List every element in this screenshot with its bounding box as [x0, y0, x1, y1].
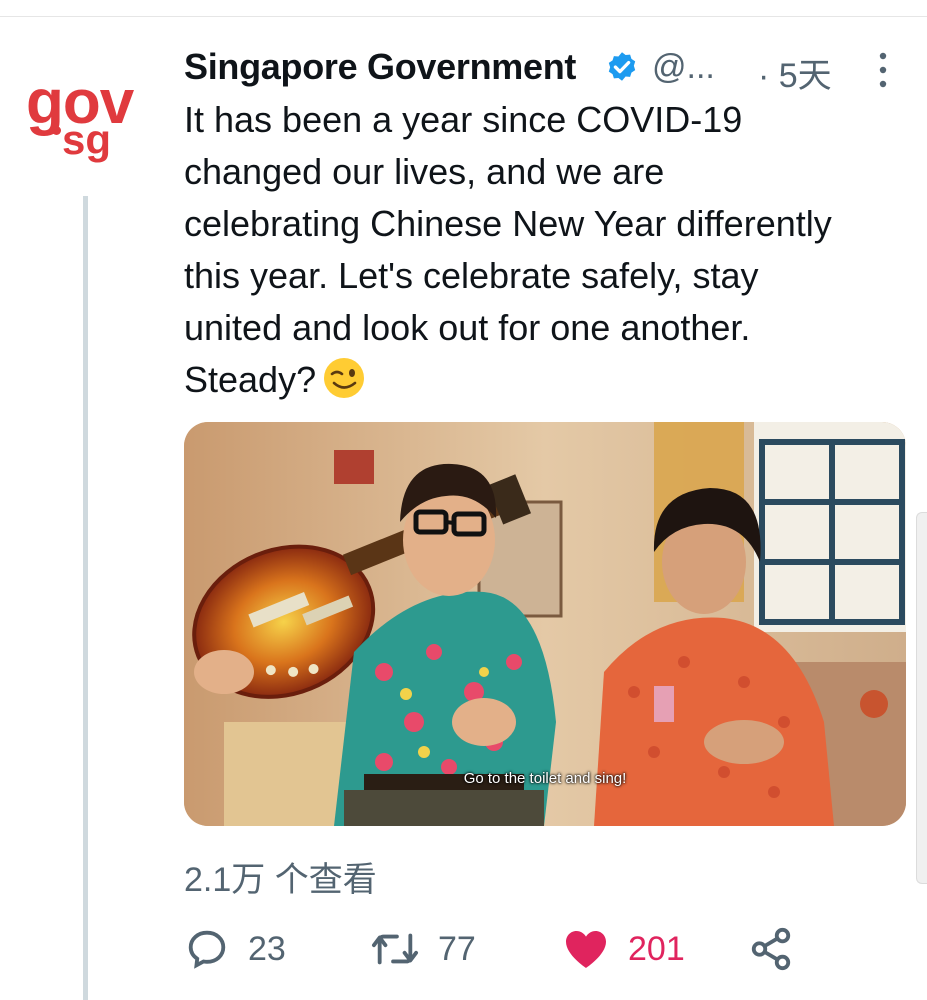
scroll-handle[interactable]	[916, 512, 927, 884]
thread-line	[83, 196, 88, 1000]
reply-button[interactable]: 23	[184, 924, 286, 974]
video-caption: Go to the toilet and sing!	[463, 770, 627, 787]
view-count[interactable]: 2.1万 个查看	[184, 852, 377, 901]
like-button[interactable]: 201	[562, 924, 685, 974]
reply-icon	[188, 930, 226, 969]
logo-dot	[52, 126, 61, 135]
user-handle[interactable]: @...	[652, 48, 715, 87]
tweet-media-video[interactable]: Go to the toilet and sing!	[184, 422, 906, 826]
tweet-body: It has been a year since COVID-19 change…	[184, 94, 914, 406]
reply-count: 23	[248, 929, 286, 968]
top-divider	[0, 16, 927, 17]
tweet-page: gov sg Singapore Government @... · 5天 It…	[0, 0, 927, 1000]
more-options-icon[interactable]	[876, 50, 890, 90]
retweet-button[interactable]: 77	[370, 924, 476, 974]
like-count: 201	[628, 929, 685, 968]
wink-emoji-icon	[324, 358, 365, 398]
tweet-header: Singapore Government @... · 5天	[184, 44, 904, 95]
share-button[interactable]	[748, 924, 794, 974]
share-icon	[751, 927, 791, 971]
logo-sg-label: sg	[62, 116, 112, 163]
display-name[interactable]: Singapore Government	[184, 46, 576, 88]
heart-icon	[566, 931, 606, 968]
retweet-count: 77	[438, 929, 476, 968]
retweet-icon	[371, 933, 418, 965]
avatar-gov-sg-logo[interactable]: gov sg	[22, 72, 150, 172]
video-frame-illustration	[184, 422, 906, 826]
timestamp[interactable]: · 5天	[758, 48, 832, 97]
tweet-text: It has been a year since COVID-19 change…	[184, 99, 832, 400]
tweet-actions: 23 77 201	[184, 924, 904, 974]
verified-badge-icon	[608, 52, 636, 81]
